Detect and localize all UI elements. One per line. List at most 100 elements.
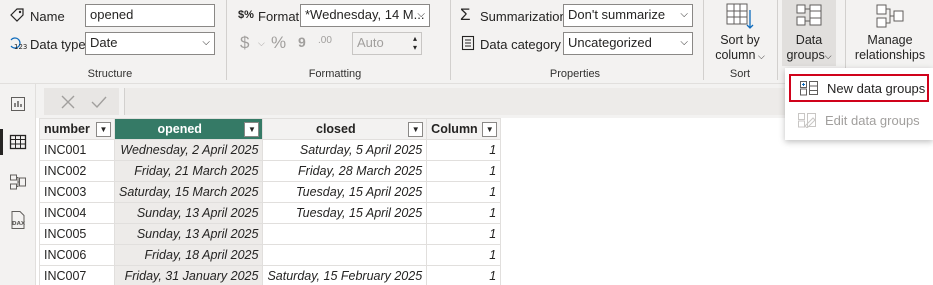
sort-table-icon: [724, 2, 756, 30]
column-header-column[interactable]: Column ▼: [426, 118, 502, 140]
cell-column[interactable]: 1: [426, 265, 502, 285]
summarization-select[interactable]: Don't summarize ⌵: [563, 4, 693, 27]
cell-column[interactable]: 1: [426, 139, 502, 161]
cell-opened[interactable]: Friday, 21 March 2025: [113, 160, 264, 182]
table-row: INC001 Wednesday, 2 April 2025 Saturday,…: [39, 139, 502, 161]
cell-number[interactable]: INC002: [39, 160, 115, 182]
filter-dropdown-icon[interactable]: ▼: [244, 122, 260, 137]
cell-number[interactable]: INC005: [39, 223, 115, 245]
comma-button[interactable]: 9: [298, 34, 306, 50]
divider: [777, 0, 778, 80]
table-row: INC004 Sunday, 13 April 2025 Tuesday, 15…: [39, 202, 502, 224]
cell-column[interactable]: 1: [426, 244, 502, 266]
manage-relationships-button[interactable]: Manage relationships: [850, 0, 930, 66]
cell-opened[interactable]: Friday, 31 January 2025: [113, 265, 264, 285]
data-groups-button[interactable]: Data groups⌵: [782, 0, 836, 66]
currency-button[interactable]: $: [240, 33, 249, 53]
sigma-icon: Σ: [460, 5, 471, 24]
cell-number[interactable]: INC006: [39, 244, 115, 266]
formatting-group-label: Formatting: [308, 68, 362, 80]
svg-text:123: 123: [14, 43, 27, 51]
divider: [703, 0, 704, 80]
cell-column[interactable]: 1: [426, 202, 502, 224]
cell-closed[interactable]: Tuesday, 15 April 2025: [262, 202, 428, 224]
table-view-button[interactable]: [0, 124, 36, 160]
column-header-opened[interactable]: opened ▼: [113, 118, 264, 140]
cell-opened[interactable]: Saturday, 15 March 2025: [113, 181, 264, 203]
table-row: INC007 Friday, 31 January 2025 Saturday,…: [39, 265, 502, 285]
column-header-label: closed: [316, 122, 356, 136]
cell-column[interactable]: 1: [426, 181, 502, 203]
new-data-groups-menu-item[interactable]: New data groups: [789, 74, 929, 102]
tag-icon: [8, 6, 26, 24]
format-icon: $%: [238, 9, 254, 21]
table-row: INC002 Friday, 21 March 2025 Friday, 28 …: [39, 160, 502, 182]
active-indicator: [0, 129, 3, 155]
cell-number[interactable]: INC004: [39, 202, 115, 224]
view-rail: DAX: [0, 84, 36, 285]
table-header-row: number ▼ opened ▼ closed ▼ Column ▼: [39, 118, 502, 140]
commit-icon[interactable]: [90, 94, 108, 110]
data-category-label: Data category: [480, 37, 561, 52]
sort-by-column-line1: Sort by: [720, 33, 760, 47]
data-groups-menu: New data groups Edit data groups: [785, 68, 933, 140]
decimal-places-input[interactable]: Auto ▴ ▾: [352, 32, 422, 55]
data-groups-line1: Data: [795, 33, 823, 47]
decimal-button[interactable]: .00: [318, 35, 332, 46]
dax-query-view-button[interactable]: DAX: [0, 202, 36, 238]
edit-data-groups-label: Edit data groups: [825, 112, 920, 128]
cell-closed[interactable]: Friday, 28 March 2025: [262, 160, 428, 182]
cell-closed[interactable]: Saturday, 5 April 2025: [262, 139, 428, 161]
data-type-label: Data type: [30, 37, 86, 52]
cell-opened[interactable]: Friday, 18 April 2025: [113, 244, 264, 266]
cell-column[interactable]: 1: [426, 160, 502, 182]
filter-dropdown-icon[interactable]: ▼: [408, 122, 424, 137]
cell-opened[interactable]: Wednesday, 2 April 2025: [113, 139, 264, 161]
name-input[interactable]: opened: [85, 4, 215, 27]
filter-dropdown-icon[interactable]: ▼: [482, 122, 498, 137]
spinner-icon: ▴ ▾: [412, 34, 417, 52]
column-header-label: opened: [157, 122, 202, 136]
column-header-label: Column: [431, 122, 478, 136]
data-category-value: Uncategorized: [568, 35, 652, 50]
model-view-button[interactable]: [0, 164, 36, 200]
data-category-icon: [460, 34, 476, 52]
column-header-closed[interactable]: closed ▼: [262, 118, 428, 140]
data-groups-line2-text: groups: [786, 48, 825, 62]
relationships-icon: [874, 2, 906, 30]
data-type-icon: 123: [8, 34, 28, 52]
sort-group-label: Sort: [729, 68, 751, 80]
edit-data-groups-menu-item[interactable]: Edit data groups: [789, 106, 929, 134]
sort-by-column-button[interactable]: Sort by column ⌵: [708, 0, 772, 66]
percent-button[interactable]: %: [271, 33, 286, 53]
name-label: Name: [30, 9, 65, 24]
format-label: Format: [258, 9, 300, 24]
column-header-number[interactable]: number ▼: [39, 118, 115, 140]
filter-dropdown-icon[interactable]: ▼: [96, 122, 111, 137]
decimal-places-value: Auto: [357, 35, 384, 50]
data-type-select[interactable]: Date ⌵: [85, 32, 215, 55]
cell-opened[interactable]: Sunday, 13 April 2025: [113, 202, 264, 224]
chevron-down-icon: ⌵: [824, 51, 832, 61]
cell-number[interactable]: INC003: [39, 181, 115, 203]
cancel-icon[interactable]: [60, 94, 76, 110]
data-category-select[interactable]: Uncategorized ⌵: [563, 32, 693, 55]
cell-closed[interactable]: Saturday, 15 February 2025: [262, 265, 428, 285]
divider: [226, 0, 227, 80]
cell-closed[interactable]: [262, 244, 428, 266]
chevron-down-icon: ⌵: [680, 37, 688, 48]
cell-column[interactable]: 1: [426, 223, 502, 245]
cell-number[interactable]: INC007: [39, 265, 115, 285]
currency-chevron-icon[interactable]: ⌵: [258, 38, 265, 49]
cell-closed[interactable]: [262, 223, 428, 245]
summarization-label: Summarization: [480, 9, 567, 24]
chevron-down-icon: ⌵: [755, 51, 765, 61]
chevron-down-icon: ⌵: [680, 9, 688, 20]
cell-closed[interactable]: Tuesday, 15 April 2025: [262, 181, 428, 203]
column-header-label: number: [44, 122, 90, 136]
format-select[interactable]: *Wednesday, 14 M... ⌵: [300, 4, 430, 27]
report-view-button[interactable]: [0, 86, 36, 122]
cell-number[interactable]: INC001: [39, 139, 115, 161]
sort-by-column-line2-text: column: [715, 48, 756, 62]
cell-opened[interactable]: Sunday, 13 April 2025: [113, 223, 264, 245]
